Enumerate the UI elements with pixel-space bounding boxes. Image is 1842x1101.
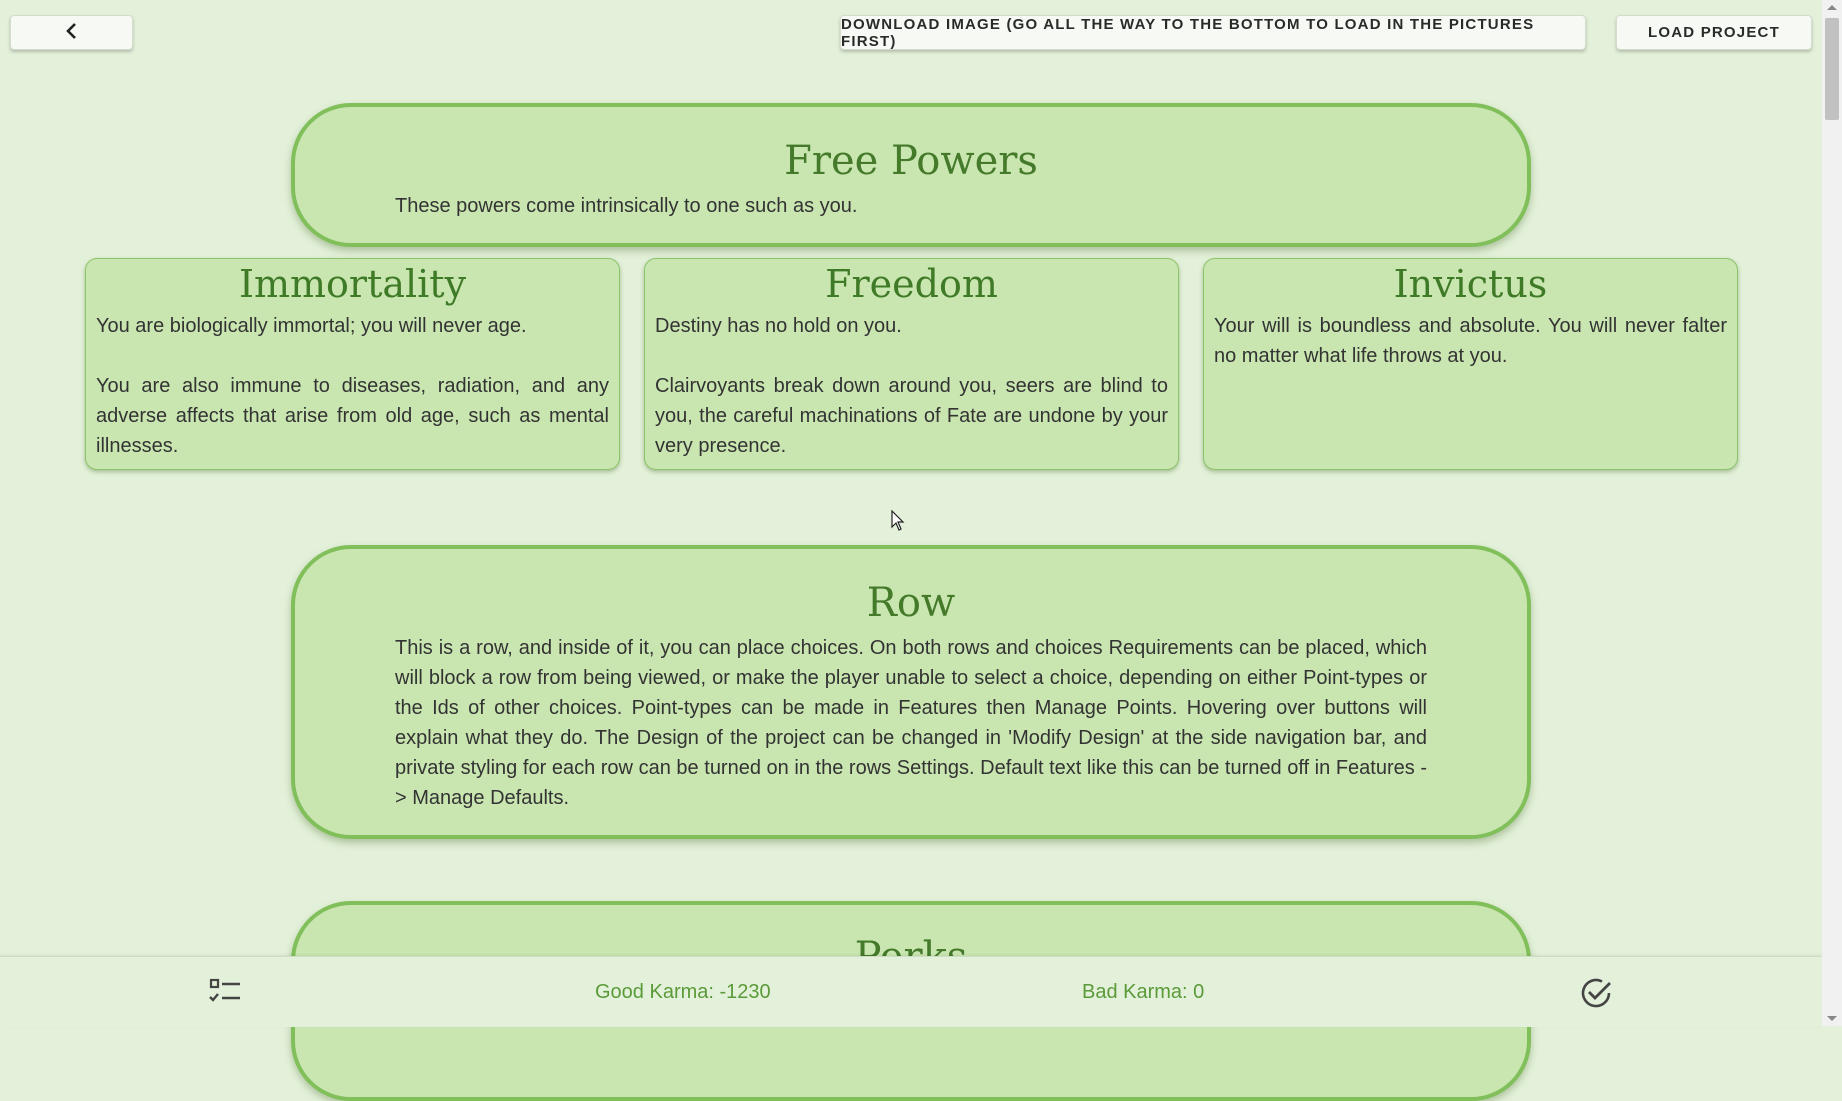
choice-card-freedom[interactable]: Freedom Destiny has no hold on you. Clai… [644,258,1179,470]
scroll-thumb[interactable] [1825,18,1839,120]
row-title: Free Powers [784,138,1038,184]
load-project-button[interactable]: LOAD PROJECT [1616,15,1812,50]
back-button[interactable] [10,15,133,50]
scroll-up-arrow-icon[interactable] [1827,5,1837,10]
check-circle-icon[interactable] [1578,975,1614,1016]
choice-description: Destiny has no hold on you. Clairvoyants… [655,315,1168,457]
mouse-cursor [891,509,905,537]
chevron-left-icon [65,22,79,44]
choice-title: Invictus [1393,262,1548,306]
good-karma-points: Good Karma: -1230 [595,981,771,1003]
bottom-points-bar: Good Karma: -1230 Bad Karma: 0 [0,956,1822,1027]
scroll-down-arrow-icon[interactable] [1827,1016,1837,1021]
vertical-scrollbar[interactable] [1822,0,1842,1026]
row-title: Row [866,580,956,626]
row-row: Row This is a row, and inside of it, you… [291,545,1531,839]
choice-title: Freedom [825,262,998,306]
bad-karma-points: Bad Karma: 0 [1082,981,1205,1003]
download-image-button[interactable]: DOWNLOAD IMAGE (GO ALL THE WAY TO THE BO… [840,15,1586,50]
row-description: This is a row, and inside of it, you can… [395,637,1427,809]
choice-description: Your will is boundless and absolute. You… [1214,315,1727,367]
choice-card-immortality[interactable]: Immortality You are biologically immorta… [85,258,620,470]
choice-title: Immortality [238,262,467,306]
row-free-powers: Free Powers These powers come intrinsica… [291,103,1531,247]
choice-description: You are biologically immortal; you will … [96,315,609,457]
choice-card-invictus[interactable]: Invictus Your will is boundless and abso… [1203,258,1738,470]
row-description: These powers come intrinsically to one s… [395,195,858,217]
checklist-icon[interactable] [208,977,242,1012]
